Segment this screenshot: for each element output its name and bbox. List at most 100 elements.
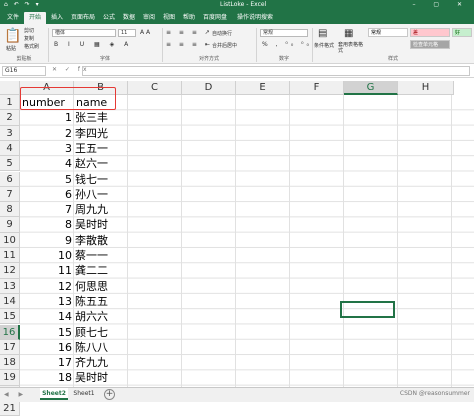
cell-number[interactable]: 4 [20,156,74,171]
cell-name[interactable]: 孙八一 [75,187,128,202]
tab-file[interactable]: 文件 [4,12,22,24]
align-horizontal-icons[interactable]: ≡ ≡ ≡ ⇤ [166,41,213,48]
window-controls[interactable]: – ▢ ✕ [412,0,470,10]
tab-home[interactable]: 开始 [24,12,46,24]
tab-formulas[interactable]: 公式 [100,12,118,24]
style-good[interactable]: 好 [452,28,472,37]
column-header-d[interactable]: D [182,81,236,95]
cell-number[interactable]: 1 [20,110,74,125]
font-name-select[interactable]: 楷体 [52,29,116,37]
row-header-7[interactable]: 7 [0,186,20,203]
row-header-11[interactable]: 11 [0,248,20,264]
sheet-tab-sheet1[interactable]: Sheet1 [70,388,98,400]
cell-number[interactable]: 14 [20,309,74,324]
cell-number[interactable]: 15 [20,325,74,340]
number-format-icons[interactable]: % , ⁰₀ ⁰₀ [262,41,312,48]
cell-name[interactable]: 蔡一一 [75,248,128,263]
cell-number[interactable]: 10 [20,248,74,263]
table-format-button[interactable]: 套用表格格式 [338,42,366,54]
copy-button[interactable]: 复制 [24,35,34,42]
column-header-e[interactable]: E [236,81,290,95]
cell-name[interactable]: 吴时时 [75,370,128,385]
cell-name[interactable]: 周九九 [75,202,128,217]
font-grow-shrink-icon[interactable]: A A [140,29,150,36]
tab-help[interactable]: 帮助 [180,12,198,24]
row-header-6[interactable]: 6 [0,171,20,187]
column-header-g[interactable]: G [344,81,398,95]
tab-baidu-netdisk[interactable]: 百度网盘 [200,12,230,24]
cell-name[interactable]: 钱七一 [75,172,128,187]
cell-number[interactable]: 13 [20,294,74,309]
cell-name[interactable]: 胡六六 [75,309,128,324]
cell-name[interactable]: 齐九九 [75,355,128,370]
merge-center-button[interactable]: 合并后居中 [212,42,237,49]
cell-number[interactable]: 18 [20,370,74,385]
row-header-16[interactable]: 16 [0,324,20,340]
tab-view[interactable]: 视图 [160,12,178,24]
row-header-8[interactable]: 8 [0,202,20,218]
cell-name[interactable]: 李四光 [75,126,128,141]
cell-name[interactable]: 李散散 [75,233,128,248]
row-header-2[interactable]: 2 [0,110,20,126]
tab-insert[interactable]: 插入 [48,12,66,24]
cell-name[interactable]: 吴时时 [75,217,128,232]
row-header-5[interactable]: 5 [0,156,20,172]
cell-name[interactable]: 陈五五 [75,294,128,309]
format-painter-button[interactable]: 格式刷 [24,43,39,50]
select-all-corner[interactable] [0,81,20,95]
row-header-9[interactable]: 9 [0,217,20,233]
row-header-19[interactable]: 19 [0,370,20,386]
tab-page-layout[interactable]: 页面布局 [68,12,98,24]
row-header-13[interactable]: 13 [0,278,20,294]
tab-review[interactable]: 审阅 [140,12,158,24]
paste-button[interactable]: 粘贴 [6,45,16,52]
bold-italic-underline-icons[interactable]: B I U ▦ ◈ A [54,41,132,48]
cell-number[interactable]: 9 [20,233,74,248]
style-bad[interactable]: 差 [410,28,450,37]
row-header-18[interactable]: 18 [0,355,20,371]
row-header-4[interactable]: 4 [0,140,20,157]
row-header-17[interactable]: 17 [0,339,20,356]
cell-number[interactable]: 17 [20,355,74,370]
column-header-c[interactable]: C [128,81,182,95]
quick-access-toolbar[interactable]: ⌂ ↶ ↷ ▾ [4,0,41,10]
cell-name[interactable]: 张三丰 [75,110,128,125]
row-header-1[interactable]: 1 [0,95,20,111]
cell-name[interactable]: 陈八八 [75,340,128,355]
cell-name[interactable]: 赵六一 [75,156,128,171]
row-header-3[interactable]: 3 [0,125,20,141]
align-top-icons[interactable]: ≡ ≡ ≡ ↗ [166,29,213,36]
cell-name[interactable]: 顾七七 [75,325,128,340]
cell-number[interactable]: 16 [20,340,74,355]
name-box[interactable]: G16 [2,66,46,76]
cut-button[interactable]: 剪切 [24,27,34,34]
cell-number[interactable]: 11 [20,263,74,278]
style-normal[interactable]: 常规 [368,28,408,37]
row-header-10[interactable]: 10 [0,232,20,248]
formula-input[interactable] [82,66,470,76]
sheet-tab-sheet2[interactable]: Sheet2 [40,388,68,400]
cell-name[interactable]: 何思思 [75,279,128,294]
number-format-select[interactable]: 常规 [260,29,308,37]
style-check-cell[interactable]: 检查单元格 [410,40,450,49]
cell-number[interactable]: 6 [20,187,74,202]
active-cell-g16[interactable] [340,301,395,318]
cell-number[interactable]: 2 [20,126,74,141]
column-header-f[interactable]: F [290,81,344,95]
row-header-12[interactable]: 12 [0,263,20,279]
wrap-text-button[interactable]: 自动换行 [212,30,232,37]
add-sheet-button[interactable]: + [104,389,115,400]
row-header-15[interactable]: 15 [0,309,20,325]
row-header-21[interactable]: 21 [0,401,20,416]
cell-number[interactable]: 3 [20,141,74,156]
cell-number[interactable]: 7 [20,202,74,217]
sheet-nav-arrows[interactable]: ◀ ▶ [4,391,27,398]
cell-name[interactable]: 王五一 [75,141,128,156]
tell-me-search[interactable]: 操作说明搜索 [232,12,278,24]
tab-data[interactable]: 数据 [120,12,138,24]
column-header-h[interactable]: H [398,81,454,95]
cell-name[interactable]: 龚二二 [75,263,128,278]
conditional-format-button[interactable]: 条件格式 [314,42,334,49]
font-size-select[interactable]: 11 [118,29,136,37]
cell-number[interactable]: 12 [20,279,74,294]
